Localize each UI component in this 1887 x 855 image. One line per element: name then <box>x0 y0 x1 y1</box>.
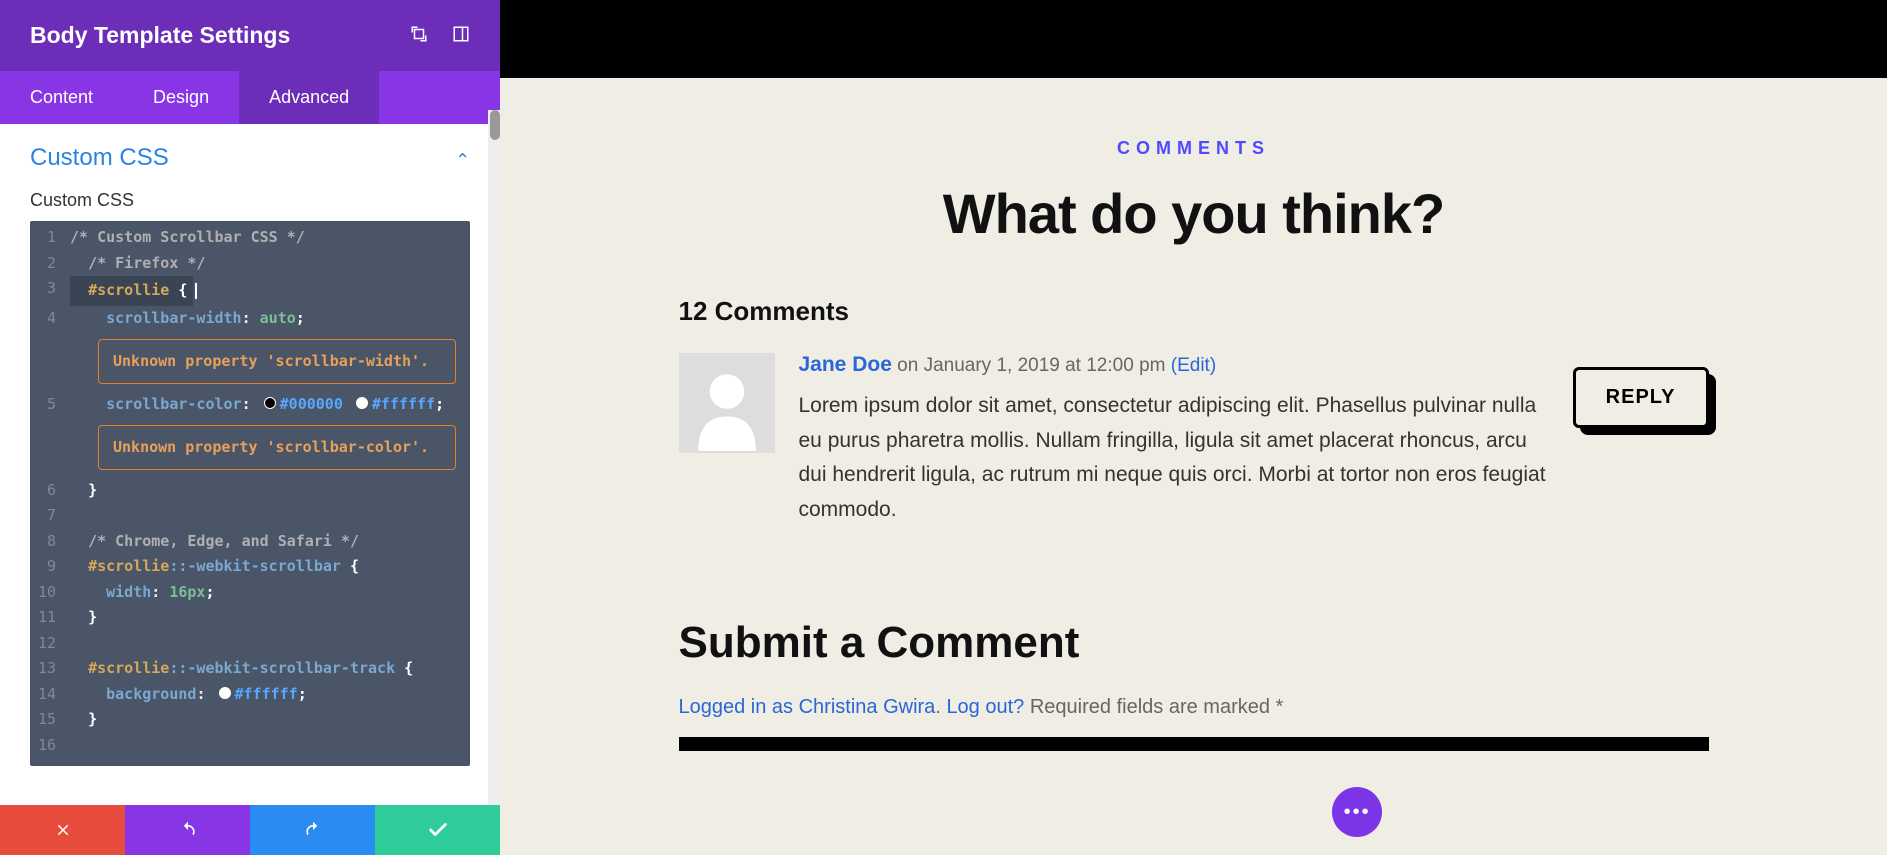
panel-title: Body Template Settings <box>30 22 290 49</box>
submit-comment-title: Submit a Comment <box>679 618 1709 668</box>
preview-area: COMMENTS What do you think? 12 Comments … <box>500 0 1887 855</box>
preview-top-bar <box>500 0 1887 78</box>
settings-panel: Body Template Settings Content Design Ad… <box>0 0 500 855</box>
accordion-title: Custom CSS <box>30 144 169 172</box>
section-overline: COMMENTS <box>578 138 1809 159</box>
preview-page: COMMENTS What do you think? 12 Comments … <box>500 78 1887 751</box>
logged-in-line: Logged in as Christina Gwira. Log out? R… <box>679 696 1709 719</box>
css-warning: Unknown property 'scrollbar-width'. <box>98 339 456 384</box>
section-headline: What do you think? <box>578 181 1809 246</box>
panel-body: Custom CSS ⌄ Custom CSS 1/* Custom Scrol… <box>0 124 500 805</box>
panel-scrollbar-track[interactable] <box>488 110 500 805</box>
more-actions-fab[interactable]: ••• <box>1332 787 1382 837</box>
redo-button[interactable] <box>250 805 375 855</box>
comment-count: 12 Comments <box>679 296 1709 327</box>
expand-icon[interactable] <box>410 22 428 49</box>
logged-in-user-link[interactable]: Logged in as Christina Gwira <box>679 696 936 718</box>
reply-button[interactable]: REPLY <box>1573 367 1709 428</box>
tab-advanced[interactable]: Advanced <box>239 71 379 124</box>
save-button[interactable] <box>375 805 500 855</box>
action-bar <box>0 805 500 855</box>
comment-meta: on January 1, 2019 at 12:00 pm <box>897 355 1171 376</box>
cancel-button[interactable] <box>0 805 125 855</box>
chevron-up-icon: ⌄ <box>455 148 470 169</box>
undo-button[interactable] <box>125 805 250 855</box>
comment-item: Jane Doe on January 1, 2019 at 12:00 pm … <box>679 353 1709 528</box>
logout-link[interactable]: Log out? <box>946 696 1024 718</box>
comment-edit-link[interactable]: (Edit) <box>1171 355 1216 376</box>
dock-icon[interactable] <box>452 22 470 49</box>
comment-body-text: Lorem ipsum dolor sit amet, consectetur … <box>799 389 1549 528</box>
field-label: Custom CSS <box>30 190 470 211</box>
panel-header: Body Template Settings <box>0 0 500 71</box>
comment-input-bar[interactable] <box>679 737 1709 751</box>
css-code-editor[interactable]: 1/* Custom Scrollbar CSS */ 2 /* Firefox… <box>30 221 470 766</box>
css-warning: Unknown property 'scrollbar-color'. <box>98 425 456 470</box>
tab-design[interactable]: Design <box>123 71 239 124</box>
tab-content[interactable]: Content <box>0 71 123 124</box>
avatar <box>679 353 775 453</box>
panel-scrollbar-thumb[interactable] <box>490 110 500 140</box>
panel-tabs: Content Design Advanced <box>0 71 500 124</box>
comment-author-link[interactable]: Jane Doe <box>799 353 892 376</box>
accordion-header[interactable]: Custom CSS ⌄ <box>30 144 470 172</box>
